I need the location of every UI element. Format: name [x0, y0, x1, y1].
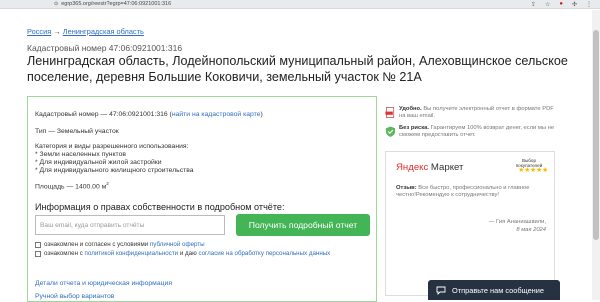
category-title: Категория и виды разрешенного использова… — [35, 143, 189, 150]
browser-toolbar: ⊙ egrp365.org/reestr?egrp=47:06:0921001:… — [0, 0, 600, 9]
type-line: Тип — Земельный участок — [35, 128, 119, 135]
extension-red-icon[interactable]: ● — [559, 1, 563, 8]
category-item: * Для индивидуальной жилой застройки — [35, 159, 162, 166]
chat-label: Отправьте нам сообщение — [452, 285, 545, 295]
shield-check-icon — [385, 126, 396, 137]
page-title: Ленинградская область, Лодейнопольский м… — [27, 54, 568, 84]
yandex-market-logo: Яндекс Маркет — [396, 162, 464, 173]
breadcrumb-separator: → — [53, 27, 61, 36]
breadcrumb-russia[interactable]: Россия — [27, 27, 51, 36]
rights-info-title: Информация о правах собственности в подр… — [35, 202, 285, 212]
site-info-icon[interactable]: ⊙ — [54, 1, 58, 7]
checkbox-box[interactable] — [35, 241, 41, 248]
cadastral-number-label: Кадастровый номер 47:06:0921001:316 — [27, 43, 183, 53]
review-text: Отзыв: Все быстро, профессионально и гла… — [396, 185, 530, 199]
manual-choice-link[interactable]: Ручной выбор вариантов — [35, 293, 114, 300]
star-icon[interactable]: ☆ — [545, 1, 550, 8]
puzzle-icon[interactable]: ✣ — [572, 1, 577, 8]
report-details-link[interactable]: Детали отчета и юридическая информация — [35, 280, 172, 287]
area-line: Площадь — 1400.00 м2 — [35, 181, 109, 191]
menu-icon[interactable]: ⋮ — [586, 1, 592, 8]
privacy-consent-checkbox[interactable]: ознакомлен с политикой конфиденциальност… — [35, 250, 330, 257]
category-item: * Земли населенных пунктов — [35, 151, 126, 158]
feature-no-risk: Без риска. Гарантируем 100% возврат дене… — [385, 125, 555, 139]
page: Россия → Ленинградская область Кадастров… — [0, 10, 600, 302]
category-item: * Для индивидуального жилищного строител… — [35, 167, 194, 174]
rating-stars: ★★★★★ — [518, 167, 548, 174]
feature-convenient: Удобно. Вы получите электронный отчет в … — [385, 106, 555, 120]
checkbox-box[interactable] — [35, 250, 41, 257]
breadcrumb-region[interactable]: Ленинградская область — [63, 27, 144, 36]
public-offer-link[interactable]: публичной оферты — [150, 241, 205, 248]
personal-data-consent-link[interactable]: согласие на обработку персональных данны… — [198, 250, 330, 257]
cadastral-line: Кадастровый номер — 47:06:0921001:316 (н… — [35, 111, 263, 118]
scrollbar-thumb[interactable] — [593, 30, 599, 240]
offer-consent-checkbox[interactable]: ознакомлен и согласен с условиями публич… — [35, 241, 205, 248]
scrollbar[interactable] — [592, 10, 600, 300]
email-input[interactable]: Ваш email, куда отправить отчёты — [35, 215, 225, 235]
privacy-policy-link[interactable]: политикой конфиденциальности — [85, 250, 179, 257]
get-report-button[interactable]: Получить подробный отчет — [236, 214, 370, 236]
property-card: Кадастровый номер — 47:06:0921001:316 (н… — [27, 96, 377, 302]
share-icon[interactable]: ⇪ — [531, 1, 536, 8]
yandex-market-review: Яндекс Маркет Выбор покупателей ★★★★★ От… — [385, 151, 555, 296]
review-author: — Гия Ананиашвили, — [488, 219, 546, 225]
find-on-map-link[interactable]: найти на кадастровой карте — [172, 111, 261, 118]
review-date: 8 мая 2024 — [516, 227, 546, 233]
chat-widget-button[interactable]: Отправьте нам сообщение — [428, 280, 560, 300]
address-bar[interactable]: egrp365.org/reestr?egrp=47:06:0921001:31… — [61, 1, 531, 7]
chat-bubble-icon — [436, 286, 446, 295]
pdf-icon — [385, 107, 395, 118]
breadcrumb: Россия → Ленинградская область — [27, 27, 144, 36]
